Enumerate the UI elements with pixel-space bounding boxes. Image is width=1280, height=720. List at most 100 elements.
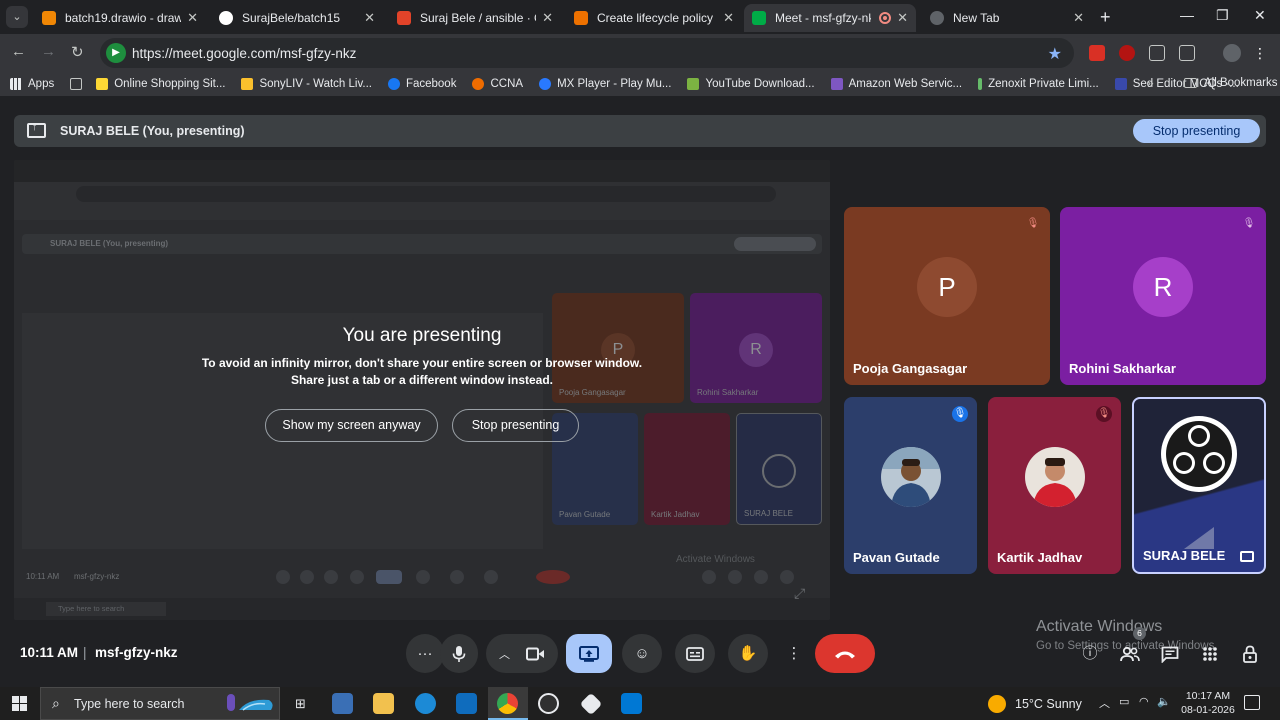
presenting-title: You are presenting	[342, 325, 502, 346]
maximize-icon[interactable]: ❐	[1216, 7, 1229, 24]
bookmark-8[interactable]: Zenoxit Private Limi...	[978, 78, 1099, 90]
bookmark-2[interactable]: SonyLIV - Watch Liv...	[241, 78, 372, 90]
task-view-icon[interactable]: ⊞	[290, 693, 311, 714]
lock-person-icon	[1243, 645, 1257, 663]
bookmark-7[interactable]: Amazon Web Servic...	[830, 78, 962, 90]
microphone-button[interactable]	[440, 634, 478, 673]
participant-tile-pooja[interactable]: 🎙 P Pooja Gangasagar	[844, 207, 1050, 385]
shopping-icon	[96, 78, 109, 90]
people-button[interactable]	[1118, 642, 1142, 666]
chat-button[interactable]	[1158, 642, 1182, 666]
outlook-icon[interactable]	[456, 693, 477, 714]
close-icon[interactable]: ✕	[897, 10, 908, 26]
volume-icon[interactable]: 🔈	[1157, 695, 1171, 708]
close-icon[interactable]: ✕	[364, 10, 375, 26]
tab-new-tab[interactable]: New Tab ✕	[922, 4, 1092, 32]
participant-tile-rohini[interactable]: 🎙 R Rohini Sakharkar	[1060, 207, 1266, 385]
meeting-code: msf-gfzy-nkz	[95, 645, 178, 660]
tab-strip: ⌄ batch19.drawio - draw.io ✕ SurajBele/b…	[0, 0, 1280, 34]
participant-tile-kartik[interactable]: 🎙 Kartik Jadhav	[988, 397, 1121, 574]
kebab-menu-icon[interactable]: ⋮	[1252, 45, 1268, 61]
all-bookmarks-button[interactable]: All Bookmarks	[1184, 77, 1278, 89]
host-controls-button[interactable]	[1238, 642, 1262, 666]
apps-grid-icon	[1203, 647, 1217, 661]
bookmark-1[interactable]: Online Shopping Sit...	[96, 78, 225, 90]
back-icon[interactable]: ←	[11, 43, 26, 60]
close-icon[interactable]: ✕	[542, 10, 553, 26]
tray-chevron-icon[interactable]: ︿	[1099, 695, 1110, 711]
notifications-icon[interactable]	[1244, 695, 1260, 710]
more-actions-button[interactable]: ⋮	[781, 634, 807, 673]
show-screen-anyway-button[interactable]: Show my screen anyway	[265, 409, 438, 442]
bookmark-grid[interactable]	[70, 78, 83, 90]
raise-hand-button[interactable]: ✋	[728, 634, 768, 673]
camera-button[interactable]: ︿	[486, 634, 558, 673]
close-icon[interactable]: ✕	[723, 10, 734, 26]
new-tab-button[interactable]: +	[1100, 7, 1111, 28]
profile-avatar-icon[interactable]	[1223, 44, 1241, 62]
weather-widget[interactable]: 15°C Sunny	[988, 695, 1082, 713]
battery-icon[interactable]: ▭	[1119, 695, 1129, 708]
address-bar[interactable]: ▶ https://meet.google.com/msf-gfzy-nkz ★	[100, 38, 1074, 68]
vscode-icon[interactable]	[621, 693, 642, 714]
close-icon[interactable]: ✕	[187, 10, 198, 26]
present-button[interactable]	[566, 634, 612, 673]
system-clock[interactable]: 10:17 AM 08-01-2026	[1180, 689, 1236, 717]
file-explorer-icon[interactable]	[373, 693, 394, 714]
github-icon	[219, 11, 233, 25]
participant-tile-pavan[interactable]: 🎙 Pavan Gutade	[844, 397, 977, 574]
windows-start-icon[interactable]	[12, 696, 27, 711]
tab-gitlab[interactable]: Suraj Bele / ansible · GitLab ✕	[389, 4, 561, 32]
tab-meet[interactable]: Meet - msf-gfzy-nkz ✕	[744, 4, 916, 32]
pocket-extension-icon[interactable]	[1089, 45, 1105, 61]
expand-icon[interactable]: ⤢	[794, 585, 805, 602]
wifi-icon[interactable]: ◠	[1139, 695, 1149, 708]
minimize-icon[interactable]: —	[1180, 7, 1194, 23]
participant-tile-suraj[interactable]: SURAJ BELE	[1132, 397, 1266, 574]
captions-button[interactable]	[675, 634, 715, 673]
bookmark-4[interactable]: CCNA	[472, 78, 523, 90]
window-close-icon[interactable]: ✕	[1254, 7, 1266, 24]
obs-studio-icon[interactable]	[538, 693, 559, 714]
leave-call-button[interactable]	[815, 634, 875, 673]
chat-icon	[1161, 646, 1179, 664]
forward-icon[interactable]: →	[41, 43, 56, 60]
chrome-icon[interactable]	[497, 693, 518, 714]
sed-editor-icon	[1114, 78, 1127, 90]
tab-search-button[interactable]: ⌄	[6, 6, 28, 28]
bookmark-5[interactable]: MX Player - Play Mu...	[539, 78, 671, 90]
chevron-up-icon[interactable]: ︿	[499, 649, 510, 661]
sonyliv-icon	[241, 78, 254, 90]
file-app-icon[interactable]	[332, 693, 353, 714]
record-extension-icon[interactable]	[1119, 45, 1135, 61]
bookmark-3[interactable]: Facebook	[387, 78, 456, 90]
reload-icon[interactable]: ↻	[71, 43, 84, 61]
tab-aws[interactable]: Create lifecycle policy | EC2 ✕	[566, 4, 742, 32]
meeting-details-button[interactable]: ⓘ	[1078, 642, 1102, 666]
more-bookmarks-chevron-icon[interactable]: »	[1147, 76, 1154, 90]
more-options-button[interactable]: ···	[406, 634, 444, 673]
download-icon	[687, 78, 700, 90]
reactions-button[interactable]: ☺	[622, 634, 662, 673]
captions-extension-icon[interactable]	[1149, 45, 1165, 61]
stop-presenting-button[interactable]: Stop presenting	[1133, 119, 1260, 143]
screen-share-icon	[1240, 551, 1254, 562]
tab-github[interactable]: SurajBele/batch15 ✕	[211, 4, 383, 32]
avatar: R	[1133, 257, 1193, 318]
search-highlight-icon	[227, 694, 273, 711]
bookmark-star-icon[interactable]: ★	[1048, 44, 1062, 64]
taskbar-search-input[interactable]: ⌕ Type here to search	[40, 687, 280, 720]
bookmark-apps[interactable]: Apps	[10, 78, 54, 90]
close-icon[interactable]: ✕	[1073, 10, 1084, 26]
site-info-icon[interactable]: ▶	[106, 43, 126, 63]
activities-button[interactable]	[1198, 642, 1222, 666]
extensions-puzzle-icon[interactable]	[1179, 45, 1195, 61]
bookmark-6[interactable]: YouTube Download...	[687, 78, 815, 90]
git-icon[interactable]	[579, 692, 603, 716]
presenting-banner: SURAJ BELE (You, presenting) Stop presen…	[14, 115, 1266, 147]
tab-drawio[interactable]: batch19.drawio - draw.io ✕	[34, 4, 206, 32]
avatar: P	[917, 257, 977, 318]
edge-icon[interactable]	[415, 693, 436, 714]
chrome-icon	[930, 11, 944, 25]
stop-presenting-dialog-button[interactable]: Stop presenting	[452, 409, 579, 442]
